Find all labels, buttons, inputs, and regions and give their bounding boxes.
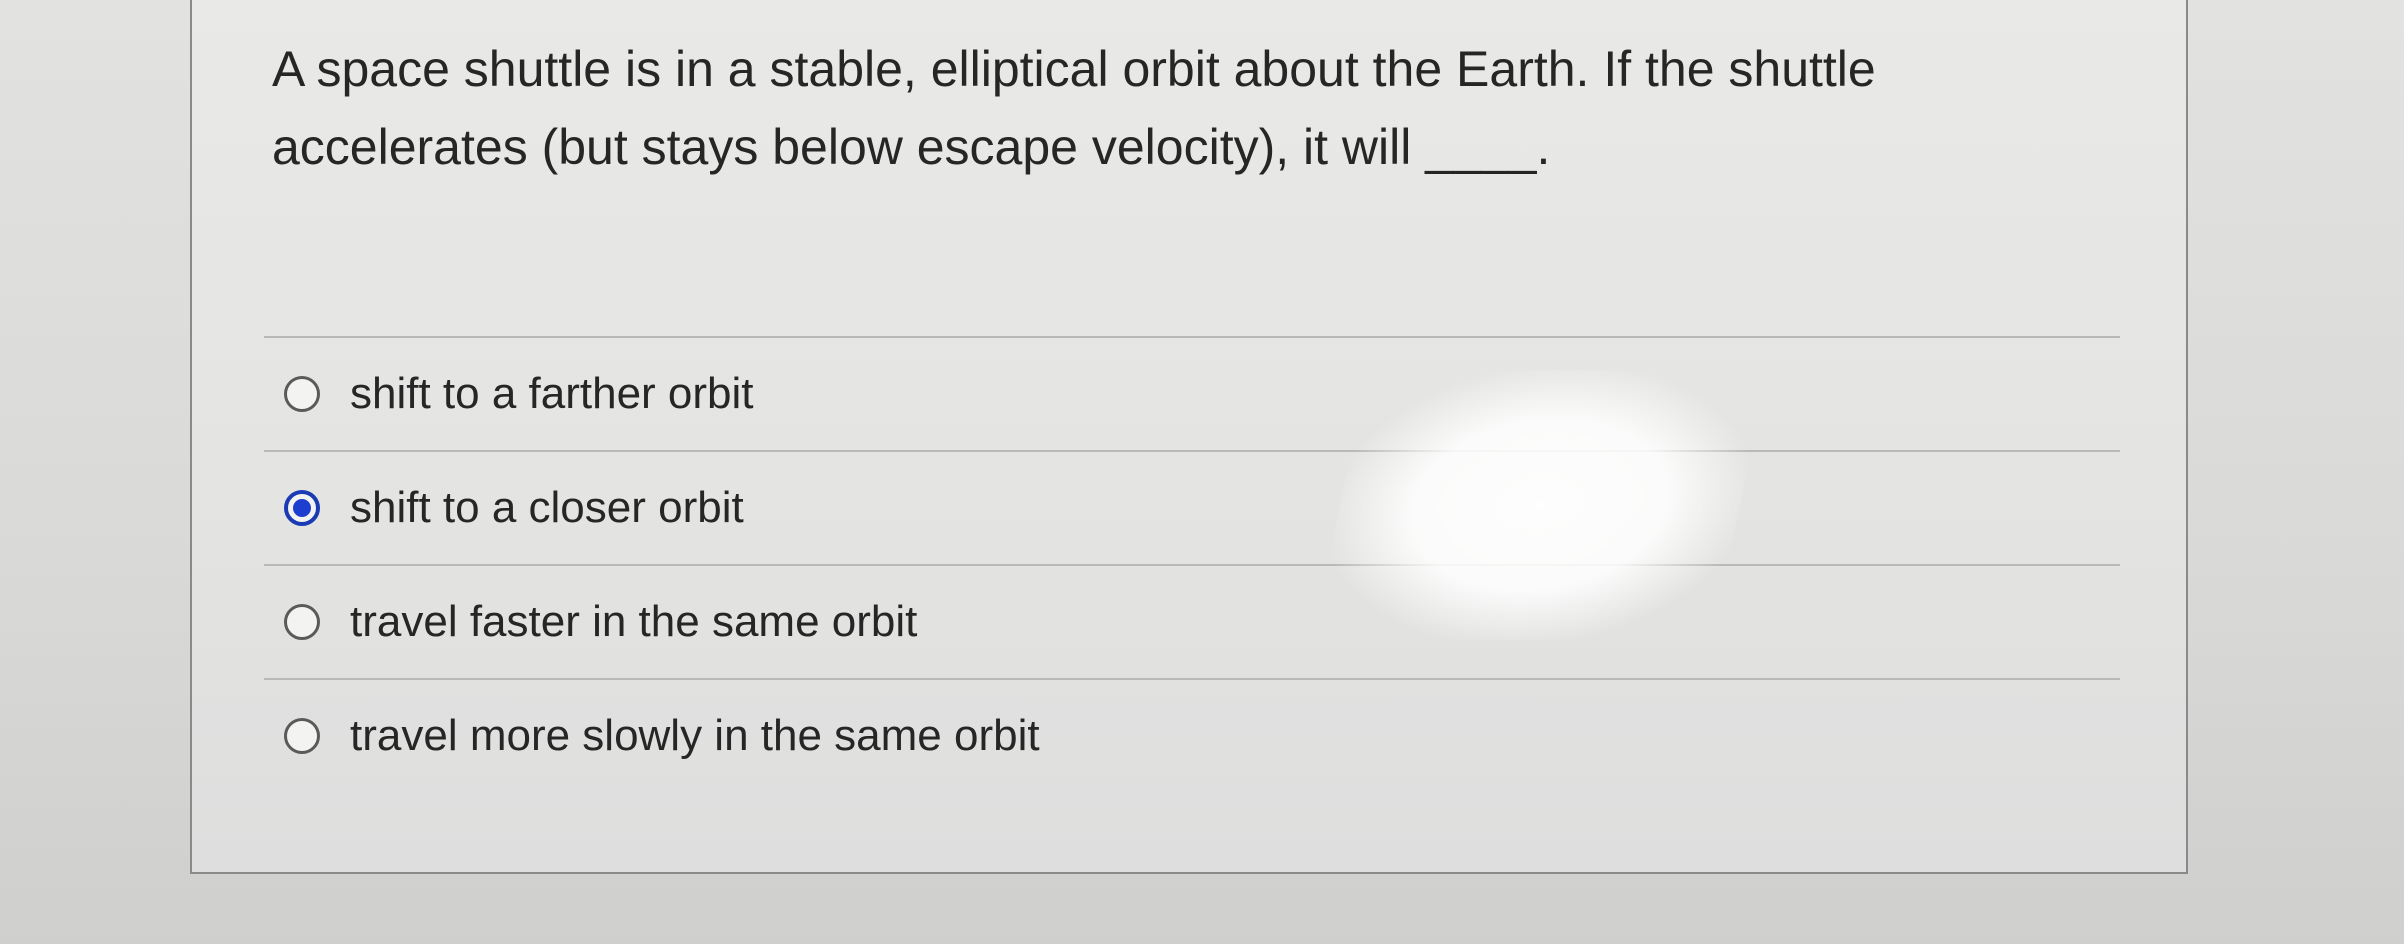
radio-button-empty-icon[interactable] [284, 718, 320, 754]
answer-option-closer-orbit[interactable]: shift to a closer orbit [264, 452, 2120, 564]
answer-label: travel more slowly in the same orbit [350, 711, 1040, 760]
radio-button-filled-icon[interactable] [284, 490, 320, 526]
question-line-1: A space shuttle is in a stable, elliptic… [272, 41, 1876, 97]
answer-list: shift to a farther orbit shift to a clos… [264, 336, 2120, 792]
radio-button-empty-icon[interactable] [284, 376, 320, 412]
answer-label: shift to a farther orbit [350, 369, 754, 418]
answer-option-faster-same-orbit[interactable]: travel faster in the same orbit [264, 566, 2120, 678]
question-text: A space shuttle is in a stable, elliptic… [272, 30, 2152, 186]
question-line-2: accelerates (but stays below escape velo… [272, 119, 1551, 175]
answer-option-slower-same-orbit[interactable]: travel more slowly in the same orbit [264, 680, 2120, 792]
answer-option-farther-orbit[interactable]: shift to a farther orbit [264, 338, 2120, 450]
answer-label: travel faster in the same orbit [350, 597, 918, 646]
radio-button-empty-icon[interactable] [284, 604, 320, 640]
answer-label: shift to a closer orbit [350, 483, 744, 532]
question-card: A space shuttle is in a stable, elliptic… [190, 0, 2188, 874]
